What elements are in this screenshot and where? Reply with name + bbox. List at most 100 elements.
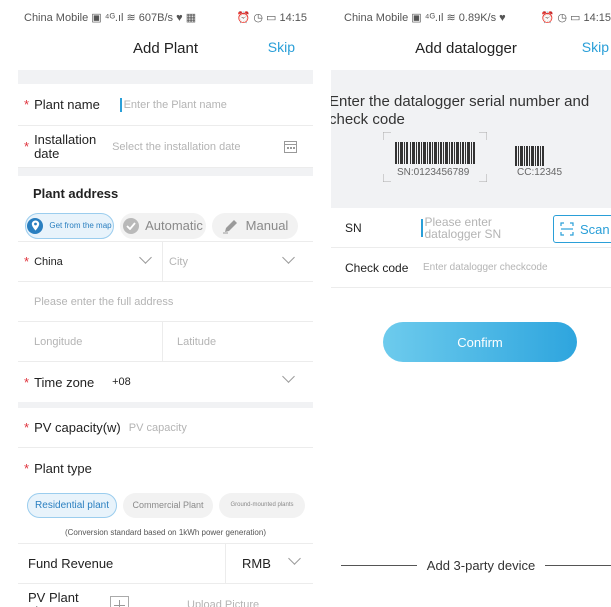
carrier-label: China Mobile [344, 12, 409, 24]
address-method-group: Get from the map Automatic Manual [18, 210, 313, 242]
commercial-plant-option[interactable]: Commercial Plant [123, 492, 213, 518]
fund-revenue-input[interactable]: Fund Revenue [18, 544, 226, 583]
city-placeholder: City [169, 255, 188, 268]
sn-row: SN Please enter datalogger SN Scan [331, 208, 611, 248]
add-plant-screen: China Mobile ▣ ⁴ᴳ.ıl ≋ 607B/s ♥ ▦ ⏰ ◷ ▭ … [18, 0, 313, 607]
required-mark: * [24, 254, 30, 269]
country-value: China [34, 255, 63, 268]
divider [331, 200, 611, 208]
clock: 14:15 [583, 12, 611, 24]
skip-button[interactable]: Skip [268, 39, 295, 55]
time-zone-label: Time zone [34, 374, 95, 390]
required-mark: * [24, 460, 30, 476]
chevron-down-icon [288, 552, 301, 565]
network-speed: 0.89K/s [458, 12, 497, 24]
plant-type-group: Residential plant Commercial Plant Groun… [18, 488, 313, 522]
skip-button[interactable]: Skip [582, 39, 609, 55]
text-cursor [120, 97, 122, 112]
network-speed: 607B/s [138, 12, 174, 24]
pv-capacity-row[interactable]: * PV capacity(w) PV capacity [18, 408, 313, 448]
conversion-note: (Conversion standard based on 1kWh power… [18, 522, 313, 544]
time-zone-row[interactable]: * Time zone +08 [18, 362, 313, 402]
sample-sn-label-image: SN:0123456789 [382, 131, 488, 183]
plus-icon [114, 599, 125, 607]
get-from-map-label: Get from the map [49, 221, 112, 230]
sample-cc-text: CC:12345 [517, 167, 563, 178]
divider [18, 70, 313, 84]
time-zone-value: +08 [112, 376, 131, 388]
alarm-icon: ⏰ ◷ ▭ [540, 12, 584, 24]
fund-revenue-row: Fund Revenue RMB [18, 544, 313, 584]
sn-input[interactable]: Please enter datalogger SN [425, 216, 549, 240]
automatic-button[interactable]: Automatic [120, 212, 206, 239]
add-3party-label: Add 3-party device [426, 557, 536, 573]
plant-name-input[interactable]: Enter the Plant name [124, 99, 227, 111]
scan-label: Scan [580, 221, 610, 237]
ground-mounted-option[interactable]: Ground-mounted plants [219, 492, 305, 518]
check-code-input[interactable]: Enter datalogger checkcode [423, 262, 548, 273]
plant-type-label: Plant type [34, 460, 92, 476]
status-bar: China Mobile ▣ ⁴ᴳ.ıl ≋ 607B/s ♥ ▦ ⏰ ◷ ▭ … [18, 0, 313, 26]
clock: 14:15 [279, 12, 307, 24]
scan-button[interactable]: Scan [553, 215, 611, 243]
pv-capacity-label: PV capacity(w) [34, 420, 121, 435]
required-mark: * [24, 374, 30, 390]
required-mark: * [24, 420, 30, 435]
residential-plant-option[interactable]: Residential plant [27, 492, 117, 518]
location-pin-icon [27, 217, 44, 234]
chevron-down-icon [282, 370, 295, 383]
chevron-down-icon [282, 251, 295, 264]
currency-value: RMB [242, 556, 271, 571]
check-code-row: Check code Enter datalogger checkcode [331, 248, 611, 288]
fund-revenue-label: Fund Revenue [28, 556, 114, 571]
plant-address-title: Plant address [33, 185, 119, 201]
plant-picture-label: PV Plant picture [28, 590, 79, 607]
required-mark: * [24, 97, 30, 112]
full-address-placeholder: Please enter the full address [34, 295, 174, 308]
pencil-icon [222, 218, 240, 234]
city-select[interactable]: City [163, 242, 313, 281]
latitude-placeholder: Latitude [177, 335, 217, 348]
manual-button[interactable]: Manual [212, 212, 298, 239]
instruction-panel: Enter the datalogger serial number and c… [331, 70, 611, 200]
confirm-button[interactable]: Confirm [383, 322, 577, 362]
installation-date-input[interactable]: Select the installation date [112, 141, 240, 153]
alarm-icon: ⏰ ◷ ▭ [236, 12, 280, 24]
full-address-input[interactable]: Please enter the full address [18, 282, 313, 322]
country-city-row: * China City [18, 242, 313, 282]
add-datalogger-screen: China Mobile ▣ ⁴ᴳ.ıl ≋ 0.89K/s ♥ ⏰ ◷ ▭ 1… [331, 0, 611, 607]
longitude-placeholder: Longitude [34, 335, 83, 348]
status-bar: China Mobile ▣ ⁴ᴳ.ıl ≋ 0.89K/s ♥ ⏰ ◷ ▭ 1… [331, 0, 611, 26]
signal-icon: ▣ ⁴ᴳ.ıl ≋ [91, 12, 139, 24]
nav-bar: Add datalogger Skip [331, 26, 611, 70]
coordinates-row: Longitude Latitude [18, 322, 313, 362]
check-circle-icon [123, 217, 140, 234]
manual-label: Manual [245, 218, 289, 233]
installation-date-row[interactable]: * Installation date Select the installat… [18, 126, 313, 168]
signal-icon: ▣ ⁴ᴳ.ıl ≋ [411, 12, 459, 24]
longitude-input[interactable]: Longitude [18, 322, 163, 361]
scan-icon [560, 222, 574, 236]
add-3party-device[interactable]: Add 3-party device [341, 555, 611, 575]
country-select[interactable]: * China [18, 242, 163, 281]
get-from-map-button[interactable]: Get from the map [25, 212, 114, 239]
pv-capacity-input[interactable]: PV capacity [129, 422, 187, 434]
plant-name-label: Plant name [34, 97, 100, 112]
installation-date-label: Installation date [34, 131, 97, 161]
calendar-icon[interactable] [284, 140, 297, 156]
divider-line [545, 564, 611, 566]
page-title: Add datalogger [415, 39, 517, 57]
plant-name-row[interactable]: * Plant name Enter the Plant name [18, 84, 313, 126]
sn-label: SN [345, 220, 362, 235]
divider [18, 168, 313, 176]
latitude-input[interactable]: Latitude [163, 322, 313, 361]
required-mark: * [24, 139, 30, 154]
chevron-down-icon [139, 251, 152, 264]
add-picture-button[interactable] [110, 595, 129, 607]
plant-picture-row: PV Plant picture Upload Picture [18, 584, 313, 607]
status-icons: ♥ [499, 12, 506, 24]
currency-select[interactable]: RMB [226, 544, 313, 583]
upload-picture-link[interactable]: Upload Picture [187, 599, 259, 607]
page-title: Add Plant [132, 39, 199, 57]
automatic-label: Automatic [145, 218, 203, 233]
